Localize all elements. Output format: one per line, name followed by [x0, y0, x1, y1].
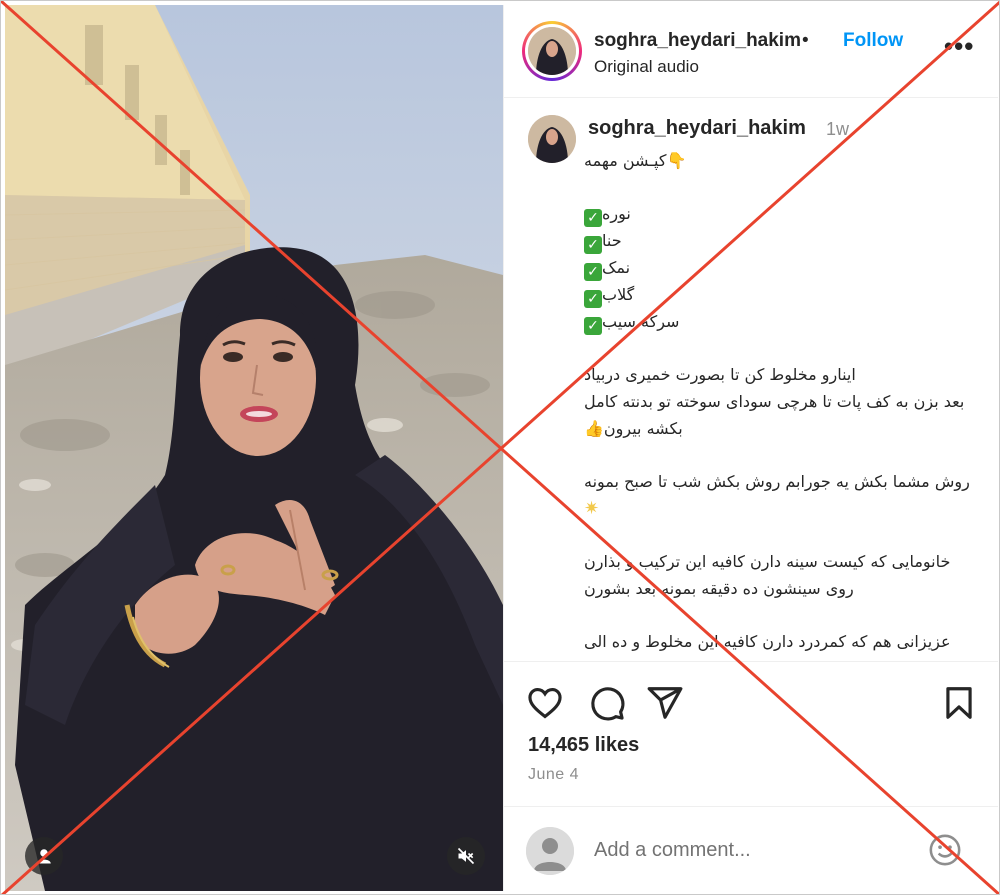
caption-line: بکشه بیرون👍: [584, 419, 683, 438]
audio-toggle-button[interactable]: [447, 837, 485, 875]
caption-line: 👇کپـشن مهمه: [584, 151, 687, 170]
smiley-icon[interactable]: [928, 833, 962, 867]
heart-icon[interactable]: [526, 684, 564, 722]
like-count[interactable]: 14,465 likes: [528, 734, 639, 757]
bookmark-icon[interactable]: [940, 684, 978, 722]
post-details-panel: soghra_heydari_hakim • Follow Original a…: [503, 5, 998, 891]
checkmark-icon: ✓: [584, 317, 602, 335]
tagged-users-button[interactable]: [25, 837, 63, 875]
caption-line: ✷: [584, 495, 984, 522]
caption-list-item: حنا✓: [584, 227, 984, 254]
speaker-muted-icon: [457, 847, 475, 865]
current-user-avatar: [526, 827, 574, 875]
caption-line: عزیزانی هم که کمردرد دارن کافیه این مخلو…: [584, 632, 951, 651]
comment-input[interactable]: [594, 835, 914, 865]
caption-line: بعد بزن به کف پات تا هرچی سودای سوخته تو…: [584, 392, 965, 411]
paper-plane-icon[interactable]: [646, 684, 684, 722]
audio-label[interactable]: Original audio: [594, 57, 699, 77]
caption-list-item: نمک✓: [584, 254, 984, 281]
caption-username[interactable]: soghra_heydari_hakim: [588, 117, 806, 140]
author-username[interactable]: soghra_heydari_hakim: [594, 30, 801, 52]
sparkle-icon: ✷: [584, 498, 600, 519]
checkmark-icon: ✓: [584, 236, 602, 254]
story-ring[interactable]: [522, 21, 582, 81]
caption-avatar[interactable]: [528, 115, 576, 163]
checkmark-icon: ✓: [584, 263, 602, 281]
caption-line: روش مشما بکش یه جورابم روش بکش شب تا صبح…: [584, 472, 970, 491]
caption-line: اینارو مخلوط کن تا بصورت خمیری دربیاد: [584, 365, 856, 384]
caption-section: soghra_heydari_hakim 1w 👇کپـشن مهمه نوره…: [504, 99, 998, 661]
caption-line: روی سینشون ده دقیقه بمونه بعد بشورن: [584, 579, 854, 598]
more-options-icon[interactable]: •••: [944, 31, 974, 62]
caption-list-item: سرکه سیب✓: [584, 308, 984, 335]
video-frame-image: [5, 5, 503, 891]
user-icon: [37, 849, 51, 864]
follow-button[interactable]: Follow: [843, 30, 903, 52]
post-header: soghra_heydari_hakim • Follow Original a…: [504, 5, 998, 98]
video-player[interactable]: [5, 5, 503, 891]
caption-line: خانومایی که کیست سینه دارن کافیه این ترک…: [584, 552, 951, 571]
comment-bubble-icon[interactable]: [588, 684, 626, 722]
action-bar: 14,465 likes June 4: [504, 661, 998, 891]
checkmark-icon: ✓: [584, 209, 602, 227]
caption-text: 👇کپـشن مهمه نوره✓ حنا✓ نمک✓ گلاب✓ سرکه س…: [584, 147, 984, 655]
post-date[interactable]: June 4: [528, 766, 579, 784]
post-frame: soghra_heydari_hakim • Follow Original a…: [0, 0, 1000, 895]
separator-dot: •: [802, 30, 809, 51]
comment-composer: [504, 806, 998, 892]
caption-list-item: نوره✓: [584, 200, 984, 227]
thumbs-up-icon: 👍: [584, 419, 604, 438]
caption-list-item: گلاب✓: [584, 281, 984, 308]
caption-timestamp[interactable]: 1w: [826, 119, 849, 140]
checkmark-icon: ✓: [584, 290, 602, 308]
avatar: [528, 27, 576, 75]
